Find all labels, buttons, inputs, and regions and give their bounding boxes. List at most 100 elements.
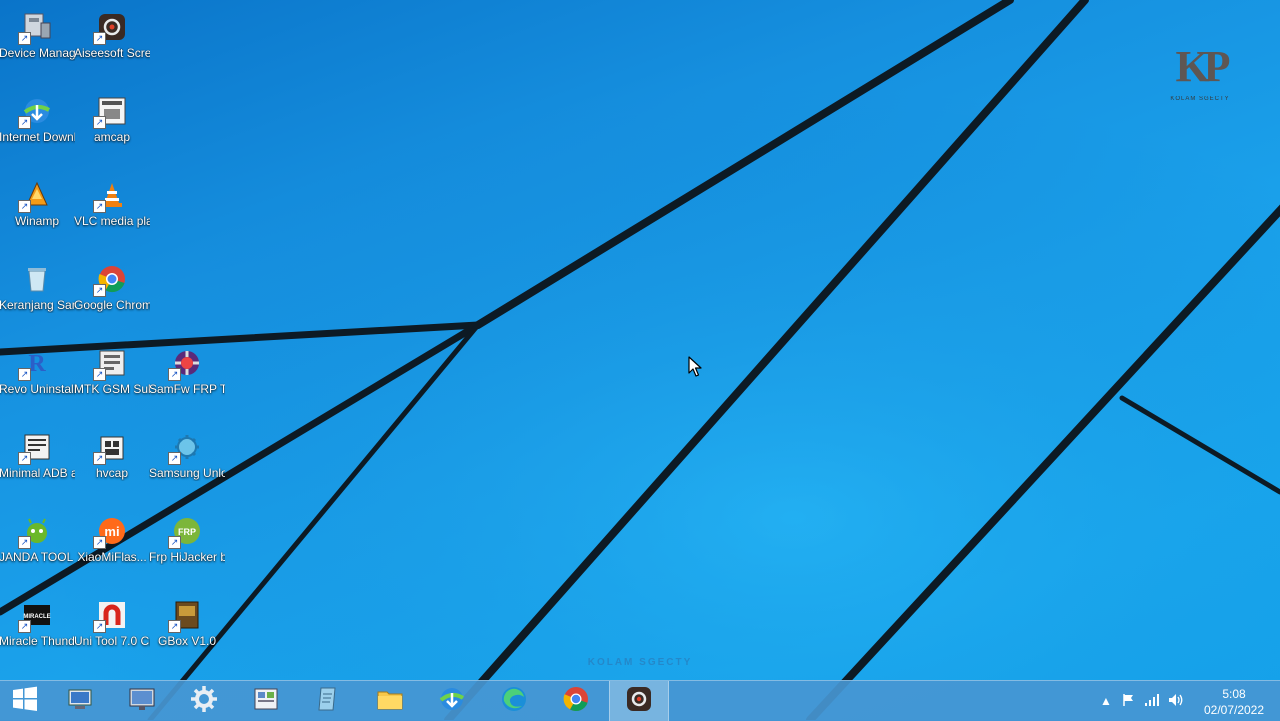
desktop-icon-label: amcap [93,130,131,144]
shortcut-arrow-icon: ↗ [168,536,181,549]
desktop-icon-label: Internet Downlo... [0,130,75,144]
device-manager-icon: ↗ [18,10,54,45]
desktop-icon[interactable]: ↗Samsung Unlock To... [149,430,225,481]
desktop-icon[interactable]: ↗SamFw FRP Tool [149,346,225,397]
settings-button[interactable] [175,681,233,721]
xiaomi-icon: mi ↗ [93,514,129,549]
gear-icon [189,684,219,719]
desktop-icon[interactable]: ↗ Winamp [0,178,75,229]
desktop-icon[interactable]: ↗ amcap [74,94,150,145]
desktop-icon[interactable]: ↗MTK GSM Sulteng V... [74,346,150,397]
desktop-icon[interactable]: ↗Uni Tool 7.0 Crack [74,598,150,649]
desktop-icon-label: Winamp [14,214,59,228]
shortcut-arrow-icon: ↗ [18,368,31,381]
shortcut-arrow-icon: ↗ [93,32,106,45]
desktop-icon[interactable]: mi ↗ XiaoMiFlas... [74,514,150,565]
shortcut-arrow-icon: ↗ [93,284,106,297]
shortcut-arrow-icon: ↗ [18,536,31,549]
desktop-icon[interactable]: MIRACLE↗Miracle Thunder 2.82 [0,598,75,649]
winamp-icon: ↗ [18,178,54,213]
shortcut-arrow-icon: ↗ [168,620,181,633]
recycle-bin-icon [20,262,54,296]
desktop-icon-label: MTK GSM Sulteng V... [74,382,150,396]
shortcut-arrow-icon: ↗ [93,368,106,381]
recorder-button[interactable] [609,681,669,721]
desktop-icon[interactable]: ↗JANDA TOOL SAM-FRP [0,514,75,565]
desktop-icon-label: Revo Uninstall... [0,382,75,396]
notepad-button[interactable] [299,681,357,721]
desktop-icon[interactable]: R↗Revo Uninstall... [0,346,75,397]
hvcap-icon: ↗ [93,430,129,465]
shortcut-arrow-icon: ↗ [93,536,106,549]
shortcut-arrow-icon: ↗ [93,620,106,633]
file-explorer-button[interactable] [361,681,419,721]
desktop-icon[interactable]: ↗Minimal ADB and Fastboot [0,430,75,481]
frp-icon: FRP ↗ [168,514,204,549]
desktop-icon-label: SamFw FRP Tool [149,382,225,396]
samfw-icon: ↗ [168,346,204,381]
shortcut-arrow-icon: ↗ [18,116,31,129]
chrome-icon [561,684,591,719]
monitor-icon [127,684,157,719]
samsung-unlock-icon: ↗ [168,430,204,465]
desktop-icon[interactable]: ↗Device Manage... [0,10,75,61]
desktop-icon[interactable]: ↗ GBox V1.0 [149,598,225,649]
desktop-icon-label: XiaoMiFlas... [77,550,147,564]
volume-icon[interactable] [1168,693,1184,709]
mouse-cursor-icon [688,356,702,377]
shortcut-arrow-icon: ↗ [18,452,31,465]
start-button[interactable] [0,681,54,721]
desktop-icon[interactable]: ↗Internet Downlo... [0,94,75,145]
desktop-icon[interactable]: ↗ hvcap [74,430,150,481]
desktop-icon-label: Device Manage... [0,46,75,60]
desktop-icon[interactable]: ↗VLC media player [74,178,150,229]
recorder-icon [624,684,654,719]
windows-logo-icon [10,684,40,719]
watermark-monogram: KP [1175,42,1230,91]
desktop-icon[interactable]: Keranjang Sampah [0,262,75,313]
show-hidden-icons-icon[interactable]: ▲ [1098,693,1114,709]
clock-date: 02/07/2022 [1203,703,1265,717]
shortcut-arrow-icon: ↗ [93,116,106,129]
edge-button[interactable] [485,681,543,721]
desktop-icon-label: Aiseesoft Screen ... [74,46,150,60]
desktop-icon[interactable]: ↗Aiseesoft Screen ... [74,10,150,61]
desktop-icon-label: JANDA TOOL SAM-FRP [0,550,75,564]
control-panel-button[interactable] [237,681,295,721]
idm-icon [437,684,467,719]
shortcut-arrow-icon: ↗ [18,620,31,633]
computer-button[interactable] [51,681,109,721]
revo-icon: R ↗ [18,346,54,381]
shortcut-arrow-icon: ↗ [168,452,181,465]
desktop-icon[interactable]: ↗Google Chrome [74,262,150,313]
desktop-icon-label: VLC media player [74,214,150,228]
network-signal-icon[interactable] [1144,693,1160,709]
svg-text:R: R [28,351,46,377]
desktop-icon-label: Minimal ADB and Fastboot [0,466,75,480]
mtk-icon: ↗ [93,346,129,381]
clock-time: 5:08 [1222,687,1246,701]
idm-icon: ↗ [18,94,54,129]
shortcut-arrow-icon: ↗ [93,200,106,213]
taskbar: ▲ 5:08 02/07/2022 [0,680,1280,721]
monitor-button[interactable] [113,681,171,721]
shortcut-arrow-icon: ↗ [18,200,31,213]
desktop-icon[interactable]: FRP↗Frp HiJacker by Hagard [149,514,225,565]
janda-icon: ↗ [18,514,54,549]
desktop-icon-label: hvcap [95,466,129,480]
vlc-icon: ↗ [93,178,129,213]
shortcut-arrow-icon: ↗ [168,368,181,381]
idm-taskbar-button[interactable] [423,681,481,721]
desktop-icon-label: Frp HiJacker by Hagard [149,550,225,564]
control-panel-icon [251,684,281,719]
chrome-taskbar-button[interactable] [547,681,605,721]
notepad-icon [313,684,343,719]
action-center-flag-icon[interactable] [1120,693,1136,709]
clock[interactable]: 5:08 02/07/2022 [1194,686,1274,718]
aiseesoft-icon: ↗ [93,10,129,45]
desktop-icon-label: Keranjang Sampah [0,298,75,312]
desktop-icon-label: Miracle Thunder 2.82 [0,634,75,648]
shortcut-arrow-icon: ↗ [93,452,106,465]
svg-text:mi: mi [104,524,119,539]
watermark-logo-text: KOLAM SGECTY [1170,96,1230,102]
